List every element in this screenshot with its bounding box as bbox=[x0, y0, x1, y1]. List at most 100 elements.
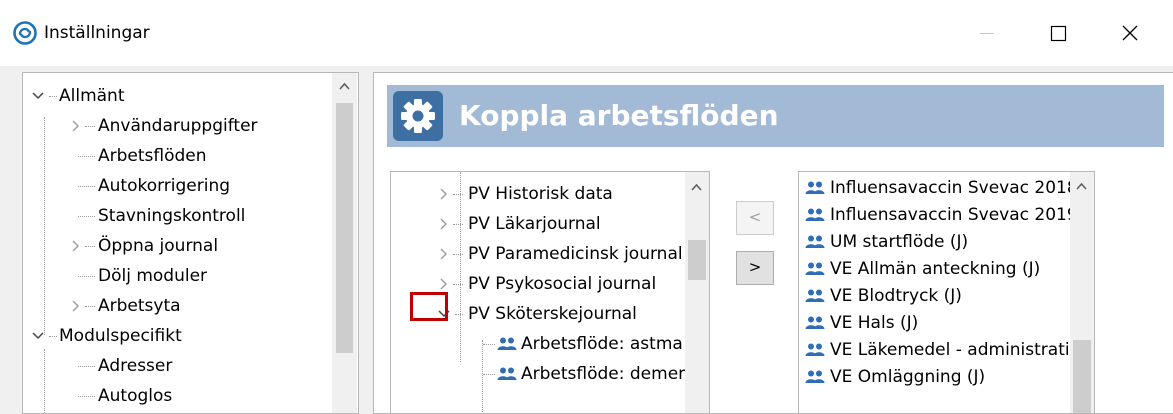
chevron-right-icon[interactable] bbox=[437, 179, 451, 209]
scrollbar-thumb[interactable] bbox=[336, 103, 353, 353]
list-item-label: VE Läkemedel - administration bbox=[830, 340, 1091, 360]
workflow-list[interactable]: Influensavaccin Svevac 2018 Influensavac… bbox=[798, 171, 1095, 413]
minimize-icon bbox=[980, 33, 994, 34]
tree-guide-line bbox=[85, 246, 95, 247]
tree-item-label: Arbetsflöde: demens bbox=[521, 364, 698, 384]
tree-guide-line bbox=[85, 126, 95, 127]
section-header: Koppla arbetsflöden bbox=[387, 85, 1164, 147]
chevron-right-icon[interactable] bbox=[69, 231, 83, 261]
content-panel: Koppla arbetsflöden PV Historisk data PV… bbox=[373, 72, 1173, 414]
tree-guide-line bbox=[455, 314, 463, 315]
chevron-right-icon[interactable] bbox=[437, 209, 451, 239]
tree-item-label: Adresser bbox=[98, 356, 173, 376]
tree-guide-line bbox=[483, 344, 495, 345]
list-item[interactable]: VE Allmän anteckning (J) bbox=[805, 256, 1040, 283]
module-tree-scrollbar[interactable] bbox=[685, 172, 709, 413]
list-item-label: Influensavaccin Svevac 2018 bbox=[830, 178, 1078, 198]
tree-item-label: Autoglos bbox=[98, 386, 173, 406]
list-item-label: VE Omläggning (J) bbox=[830, 367, 986, 387]
tree-item-label: Användaruppgifter bbox=[98, 116, 258, 136]
tree-item-label: Modulspecifikt bbox=[59, 326, 182, 346]
tree-item-label: PV Paramedicinsk journal bbox=[468, 244, 683, 264]
scroll-up-arrow-icon[interactable] bbox=[338, 81, 351, 91]
list-item[interactable]: VE Hals (J) bbox=[805, 310, 918, 337]
tree-guide-line bbox=[453, 194, 463, 195]
scrollbar-thumb[interactable] bbox=[1073, 340, 1091, 413]
tree-guide-line bbox=[78, 156, 95, 157]
list-item-label: VE Allmän anteckning (J) bbox=[830, 259, 1041, 279]
people-icon bbox=[805, 235, 825, 248]
scroll-up-arrow-icon[interactable] bbox=[1075, 181, 1088, 191]
maximize-button[interactable] bbox=[1033, 10, 1083, 56]
chevron-right-icon[interactable] bbox=[69, 111, 83, 141]
tree-item-label: Stavningskontroll bbox=[98, 206, 246, 226]
chevron-down-icon[interactable] bbox=[31, 321, 45, 351]
tree-item-label: Arbetsflöden bbox=[98, 146, 207, 166]
people-icon bbox=[805, 343, 825, 356]
tree-guide-line bbox=[78, 366, 95, 367]
title-bar: Inställningar bbox=[0, 0, 1173, 66]
scrollbar-thumb[interactable] bbox=[688, 240, 706, 280]
list-item[interactable]: UM startflöde (J) bbox=[805, 229, 968, 256]
app-logo-icon bbox=[13, 21, 37, 45]
list-item-label: VE Blodtryck (J) bbox=[830, 286, 962, 306]
tree-guide-line bbox=[85, 306, 95, 307]
tree-guide-line bbox=[44, 117, 45, 335]
settings-tree[interactable]: Allmänt Användaruppgifter Arbetsflöden A… bbox=[22, 72, 359, 414]
highlight-box bbox=[410, 292, 448, 321]
tree-guide-line bbox=[453, 284, 463, 285]
minimize-button[interactable] bbox=[962, 10, 1012, 56]
list-item-label: VE Hals (J) bbox=[830, 313, 919, 333]
scroll-up-arrow-icon[interactable] bbox=[690, 182, 703, 192]
people-icon bbox=[805, 316, 825, 329]
tree-item-label: PV Psykosocial journal bbox=[468, 274, 657, 294]
move-right-button[interactable]: > bbox=[736, 251, 774, 285]
tree-guide-line bbox=[78, 186, 95, 187]
tree-item-label: Arbetsyta bbox=[98, 296, 181, 316]
people-icon bbox=[497, 367, 517, 380]
people-icon bbox=[497, 337, 517, 350]
tree-guide-line bbox=[49, 96, 57, 97]
tree-item-label: Arbetsflöde: astma bbox=[521, 334, 683, 354]
list-item[interactable]: VE Läkemedel - administration bbox=[805, 337, 1091, 364]
tree-guide-line bbox=[49, 336, 57, 337]
chevron-down-icon[interactable] bbox=[31, 81, 45, 111]
header-icon-box bbox=[393, 91, 443, 141]
people-icon bbox=[805, 262, 825, 275]
chevron-right-icon[interactable] bbox=[437, 239, 451, 269]
maximize-icon bbox=[1050, 25, 1067, 42]
tree-guide-line bbox=[460, 172, 461, 362]
people-icon bbox=[805, 289, 825, 302]
tree-item-label: Autokorrigering bbox=[98, 176, 231, 196]
tree-guide-line bbox=[453, 224, 463, 225]
page-title: Koppla arbetsflöden bbox=[459, 99, 779, 132]
list-item[interactable]: VE Blodtryck (J) bbox=[805, 283, 962, 310]
gear-icon bbox=[401, 99, 435, 133]
tree-item-label: Dölj moduler bbox=[98, 266, 208, 286]
tree-guide-line bbox=[44, 349, 45, 413]
chevron-right-icon[interactable] bbox=[69, 291, 83, 321]
tree-guide-line bbox=[453, 254, 463, 255]
tree-guide-line bbox=[78, 216, 95, 217]
tree-item-label: PV Historisk data bbox=[468, 184, 613, 204]
list-item[interactable]: Influensavaccin Svevac 2018 bbox=[805, 175, 1078, 202]
tree-guide-line bbox=[483, 374, 495, 375]
move-left-button[interactable]: < bbox=[736, 201, 774, 235]
tree-guide-line bbox=[78, 276, 95, 277]
list-item[interactable]: Influensavaccin Svevac 2019 bbox=[805, 202, 1078, 229]
workflow-list-scrollbar[interactable] bbox=[1070, 172, 1094, 413]
close-button[interactable] bbox=[1105, 10, 1155, 56]
left-tree-scrollbar[interactable] bbox=[332, 73, 357, 413]
list-item-label: UM startflöde (J) bbox=[830, 232, 969, 252]
people-icon bbox=[805, 208, 825, 221]
close-icon bbox=[1122, 25, 1138, 41]
list-item[interactable]: VE Omläggning (J) bbox=[805, 364, 985, 391]
list-item-label: Influensavaccin Svevac 2019 bbox=[830, 205, 1078, 225]
tree-guide-line bbox=[78, 396, 95, 397]
people-icon bbox=[805, 370, 825, 383]
people-icon bbox=[805, 181, 825, 194]
tree-item-label: Allmänt bbox=[59, 86, 125, 106]
tree-item-label: Öppna journal bbox=[98, 236, 219, 256]
tree-guide-line bbox=[482, 340, 483, 413]
tree-item-label: PV Läkarjournal bbox=[468, 214, 601, 234]
